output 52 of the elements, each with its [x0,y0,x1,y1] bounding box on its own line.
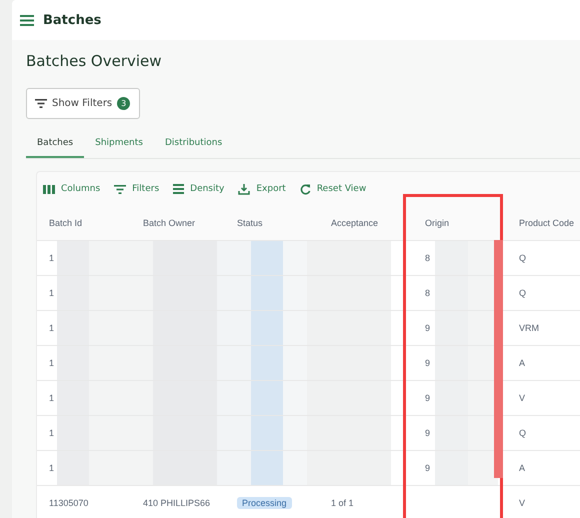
density-icon [173,184,184,194]
tab[interactable]: Distributions [154,132,234,158]
column-header[interactable]: Batch Id [49,218,82,228]
table-cell: 9 [425,323,430,333]
table-cell: 9 [425,428,430,438]
column-header[interactable]: Product Code [519,218,574,228]
table-cell: 1 [49,323,54,333]
table-cell: 1 [49,463,54,473]
toolbar-button[interactable]: Export [238,182,286,196]
table-cell: 1 [49,288,54,298]
show-filters-button[interactable]: Show Filters 3 [26,88,140,119]
table-cell: Q [519,428,526,438]
filter-count-badge: 3 [117,97,130,110]
table-cell: A [519,358,526,368]
column-header[interactable]: Status [237,218,263,228]
table-cell: Q [519,288,526,298]
tab[interactable]: Shipments [84,132,154,158]
refresh-icon [300,184,311,194]
table-cell: Q [519,253,526,263]
column-header[interactable]: Origin [425,218,450,228]
table-cell: 1 [49,358,54,368]
app-title: Batches [43,12,102,28]
toolbar-button[interactable]: Reset View [300,182,366,196]
tab[interactable]: Batches [26,132,84,158]
toolbar-button[interactable]: Filters [114,182,160,196]
table-cell: 410 PHILLIPS66 [143,498,210,508]
table-cell: 1 [49,393,54,403]
table-cell: VRM [519,323,539,333]
column-header[interactable]: Batch Owner [143,218,196,228]
table-cell: 9 [425,463,430,473]
page-title: Batches Overview [26,52,163,70]
filter-icon [114,184,126,194]
table-cell: 1 [49,428,54,438]
download-icon [238,184,250,194]
column-header[interactable]: Acceptance [331,218,378,228]
toolbar-button[interactable]: Columns [43,182,100,196]
columns-icon [43,184,55,194]
table-cell: 1 [49,253,54,263]
table-cell: V [519,498,526,508]
table-cell: 9 [425,393,430,403]
status-chip: Processing [237,497,292,509]
toolbar-button[interactable]: Density [173,182,224,196]
table-cell: 9 [425,358,430,368]
table-cell: 11305070 [49,498,88,508]
table-cell: 8 [425,288,430,298]
menu-icon[interactable] [20,14,34,26]
table-cell: 1 of 1 [331,498,354,508]
table-cell: 8 [425,253,430,263]
table-cell: V [519,393,526,403]
table-cell: A [519,463,526,473]
pixelated-block [435,451,498,485]
filter-icon [35,99,47,108]
